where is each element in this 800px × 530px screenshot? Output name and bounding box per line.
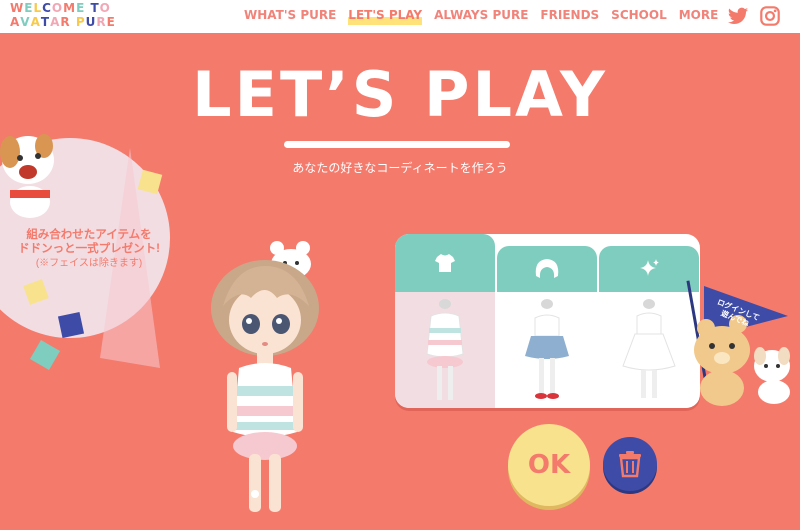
logo-letter: A bbox=[50, 15, 61, 29]
item-selection-panel bbox=[395, 234, 700, 408]
logo-letter: M bbox=[63, 1, 77, 15]
logo-letter: C bbox=[42, 1, 52, 15]
nav-item-school[interactable]: SCHOOL bbox=[611, 7, 667, 25]
logo-letter: O bbox=[99, 1, 111, 15]
instagram-icon[interactable] bbox=[759, 5, 781, 27]
nav-item-more[interactable]: MORE bbox=[679, 7, 719, 25]
logo-line-2: AVATAR PURE bbox=[10, 15, 130, 29]
promo-line-2: ドドンっと一式プレゼント! bbox=[18, 243, 160, 255]
nav-item-always-pure[interactable]: ALWAYS PURE bbox=[434, 7, 528, 25]
title-underline bbox=[284, 141, 510, 148]
ok-button[interactable]: OK bbox=[508, 424, 590, 506]
trash-icon bbox=[619, 451, 641, 478]
site-logo[interactable]: WELCOME TO AVATAR PURE bbox=[10, 1, 130, 31]
logo-letter: P bbox=[75, 15, 86, 29]
striped-dress-item bbox=[426, 299, 464, 400]
main-nav: WHAT'S PURE LET'S PLAY ALWAYS PURE FRIEN… bbox=[244, 7, 730, 25]
logo-letter: U bbox=[85, 15, 97, 29]
logo-letter: A bbox=[30, 15, 41, 29]
promo-message: 組み合わせたアイテムを ドドンっと一式プレゼント! (※フェイスは除きます) bbox=[4, 228, 174, 271]
sparkle-icon bbox=[640, 259, 659, 276]
logo-letter: T bbox=[40, 15, 51, 29]
item-slot-1[interactable] bbox=[395, 292, 495, 408]
logo-line-1: WELCOME TO bbox=[10, 1, 130, 15]
dog-mascot-illustration bbox=[0, 134, 54, 218]
logo-letter: E bbox=[106, 15, 116, 29]
promo-note: (※フェイスは除きます) bbox=[35, 258, 143, 269]
nav-item-whats-pure[interactable]: WHAT'S PURE bbox=[244, 7, 336, 25]
logo-letter: E bbox=[24, 1, 34, 15]
trash-button[interactable] bbox=[603, 437, 657, 491]
hair-icon bbox=[535, 259, 559, 278]
logo-letter: E bbox=[76, 1, 86, 15]
logo-letter: R bbox=[60, 15, 71, 29]
tab-clothes[interactable] bbox=[395, 234, 495, 292]
logo-letter: V bbox=[20, 15, 31, 29]
page-title: LET’S PLAY bbox=[192, 58, 608, 131]
blue-skirt-item bbox=[525, 299, 569, 399]
top-navigation-bar: WELCOME TO AVATAR PURE WHAT'S PURE LET'S… bbox=[0, 0, 800, 33]
tshirt-icon bbox=[435, 254, 455, 272]
logo-letter: T bbox=[90, 1, 100, 15]
logo-letter: A bbox=[10, 15, 21, 29]
item-slot-2[interactable] bbox=[497, 292, 597, 408]
login-mascot-illustration[interactable] bbox=[676, 280, 800, 412]
nav-item-friends[interactable]: FRIENDS bbox=[540, 7, 599, 25]
promo-line-1: 組み合わせたアイテムを bbox=[26, 229, 152, 241]
tab-hair[interactable] bbox=[497, 246, 597, 292]
logo-letter: W bbox=[10, 1, 25, 15]
logo-letter: R bbox=[96, 15, 107, 29]
nav-item-lets-play[interactable]: LET'S PLAY bbox=[348, 7, 423, 25]
avatar-girl-illustration bbox=[211, 241, 319, 512]
logo-letter: L bbox=[33, 1, 43, 15]
logo-letter: O bbox=[51, 1, 64, 15]
twitter-icon[interactable] bbox=[727, 5, 749, 27]
